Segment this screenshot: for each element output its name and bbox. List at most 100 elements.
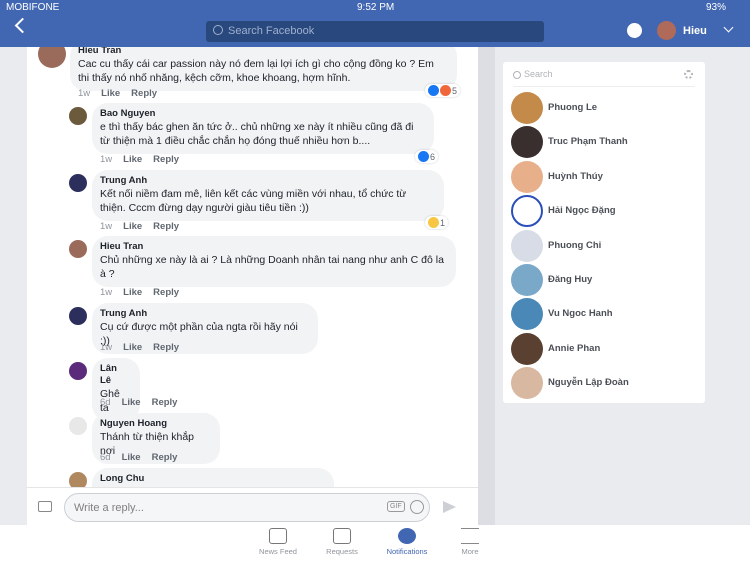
- contacts-sidebar: Search Phuong Le Truc Phạm Thanh Huỳnh Thú…: [503, 62, 705, 403]
- comment-avatar[interactable]: [38, 47, 66, 68]
- contact-item[interactable]: Annie Phan: [511, 332, 697, 365]
- contact-name: Hải Ngọc Đặng: [548, 205, 616, 217]
- contact-avatar: [511, 195, 543, 228]
- comment-actions: 1w Like Reply: [100, 221, 190, 232]
- comment-avatar[interactable]: [69, 307, 87, 325]
- scrollbar[interactable]: [478, 47, 495, 525]
- reply-button[interactable]: Reply: [131, 88, 157, 99]
- user-name[interactable]: Hieu: [683, 25, 707, 37]
- chevron-down-icon[interactable]: [723, 22, 734, 33]
- tab-label: Notifications: [386, 547, 428, 556]
- more-icon: [461, 528, 479, 544]
- comment-text: Cac cu thấy cái car passion này nó đem l…: [78, 58, 434, 84]
- contact-name: Phuong Chi: [548, 239, 602, 251]
- comment-avatar[interactable]: [69, 107, 87, 125]
- contact-name: Annie Phan: [548, 342, 601, 354]
- contact-avatar: [511, 92, 543, 124]
- gear-icon[interactable]: [684, 70, 693, 79]
- like-button[interactable]: Like: [123, 154, 142, 165]
- comment-actions: 6d Like Reply: [100, 397, 188, 408]
- reply-button[interactable]: Reply: [153, 287, 179, 298]
- contact-item[interactable]: Đăng Huy: [511, 264, 697, 296]
- contact-avatar: [511, 229, 543, 262]
- carrier: MOBIFONE: [6, 2, 60, 13]
- comment-author[interactable]: Long Chu: [100, 473, 324, 485]
- reply-button[interactable]: Reply: [152, 397, 178, 408]
- contact-avatar: [511, 264, 543, 296]
- comment-thread: Hieu Tran Cac cu thấy cái car passion này…: [27, 47, 478, 525]
- comment-author[interactable]: Trung Anh: [100, 175, 434, 187]
- reaction-summary[interactable]: 5: [425, 84, 461, 97]
- tab-label: Requests: [326, 547, 358, 556]
- comment-avatar[interactable]: [69, 417, 87, 435]
- like-button[interactable]: Like: [123, 287, 142, 298]
- tab-more[interactable]: More: [440, 528, 500, 556]
- reply-placeholder: Write a reply...: [74, 502, 144, 514]
- reply-button[interactable]: Reply: [153, 342, 179, 353]
- contact-item[interactable]: Vu Ngoc Hanh: [511, 298, 697, 331]
- comment-author[interactable]: Nguyen Hoang: [100, 418, 210, 430]
- reply-bar: Write a reply... GIF: [27, 487, 478, 525]
- contact-item[interactable]: Hải Ngọc Đặng: [511, 195, 697, 228]
- notifications-icon: [398, 528, 416, 544]
- contact-item[interactable]: Phuong Chi: [511, 229, 697, 262]
- comment-time: 1w: [100, 154, 113, 165]
- reply-button[interactable]: Reply: [153, 221, 179, 232]
- comment-avatar[interactable]: [69, 174, 87, 192]
- contact-item[interactable]: Truc Phạm Thanh: [511, 126, 697, 159]
- comment-author[interactable]: Hieu Tran: [100, 241, 446, 253]
- contact-name: Huỳnh Thúy: [548, 170, 603, 182]
- reply-input[interactable]: Write a reply... GIF: [64, 493, 430, 522]
- comment-time: 1w: [78, 88, 91, 99]
- reply-button[interactable]: Reply: [152, 452, 178, 463]
- gif-button[interactable]: GIF: [387, 501, 405, 512]
- avatar[interactable]: [657, 21, 676, 40]
- comment-actions: 1w Like Reply: [78, 88, 168, 99]
- contact-avatar: [511, 126, 543, 159]
- comment-text: Chủ những xe này là ai ? Là những Doanh …: [100, 254, 444, 280]
- contact-name: Đăng Huy: [548, 274, 593, 285]
- angry-reaction-icon: [440, 85, 451, 96]
- comment-avatar[interactable]: [69, 240, 87, 258]
- tab-requests[interactable]: Requests: [312, 528, 372, 556]
- search-icon: [513, 71, 521, 79]
- contact-item[interactable]: Phuong Le: [511, 92, 697, 124]
- back-icon[interactable]: [14, 17, 31, 34]
- contact-item[interactable]: Huỳnh Thúy: [511, 160, 697, 193]
- search-input[interactable]: Search Facebook: [206, 21, 544, 42]
- like-button[interactable]: Like: [123, 221, 142, 232]
- tab-news-feed[interactable]: News Feed: [248, 528, 308, 556]
- comment-author[interactable]: Bao Nguyen: [100, 108, 424, 120]
- contact-avatar: [511, 160, 543, 193]
- reaction-summary[interactable]: 1: [425, 216, 449, 229]
- like-button[interactable]: Like: [123, 342, 142, 353]
- contact-item[interactable]: Nguyễn Lập Đoàn: [511, 367, 697, 400]
- like-button[interactable]: Like: [101, 88, 120, 99]
- send-icon[interactable]: [443, 501, 456, 513]
- contacts-search[interactable]: Search: [513, 69, 695, 87]
- emoji-icon[interactable]: [410, 500, 424, 514]
- reply-button[interactable]: Reply: [153, 154, 179, 165]
- camera-icon[interactable]: [38, 501, 52, 512]
- comment-time: 1w: [100, 287, 113, 298]
- messenger-icon[interactable]: [627, 23, 642, 38]
- clock: 9:52 PM: [357, 2, 395, 13]
- like-button[interactable]: Like: [122, 452, 141, 463]
- comment-time: 6d: [100, 452, 111, 463]
- comment-author[interactable]: Hieu Tran: [78, 47, 447, 57]
- comment-bubble: Trung Anh Kết nối niềm đam mê, liên kết c…: [92, 170, 444, 221]
- like-button[interactable]: Like: [122, 397, 141, 408]
- contacts-search-placeholder: Search: [524, 69, 553, 79]
- reaction-summary[interactable]: 6: [415, 150, 439, 163]
- comment-avatar[interactable]: [69, 362, 87, 380]
- comment-author[interactable]: Lân Lê: [100, 363, 130, 387]
- search-placeholder: Search Facebook: [228, 25, 315, 37]
- comment-time: 1w: [100, 342, 113, 353]
- tab-notifications[interactable]: Notifications: [377, 528, 437, 556]
- comment-author[interactable]: Trung Anh: [100, 308, 308, 320]
- comment-actions: 6d Like Reply: [100, 452, 188, 463]
- reaction-count: 5: [452, 85, 458, 96]
- tab-label: More: [461, 547, 479, 556]
- tab-bar: News Feed Requests Notifications More: [0, 525, 750, 562]
- comment-time: 1w: [100, 221, 113, 232]
